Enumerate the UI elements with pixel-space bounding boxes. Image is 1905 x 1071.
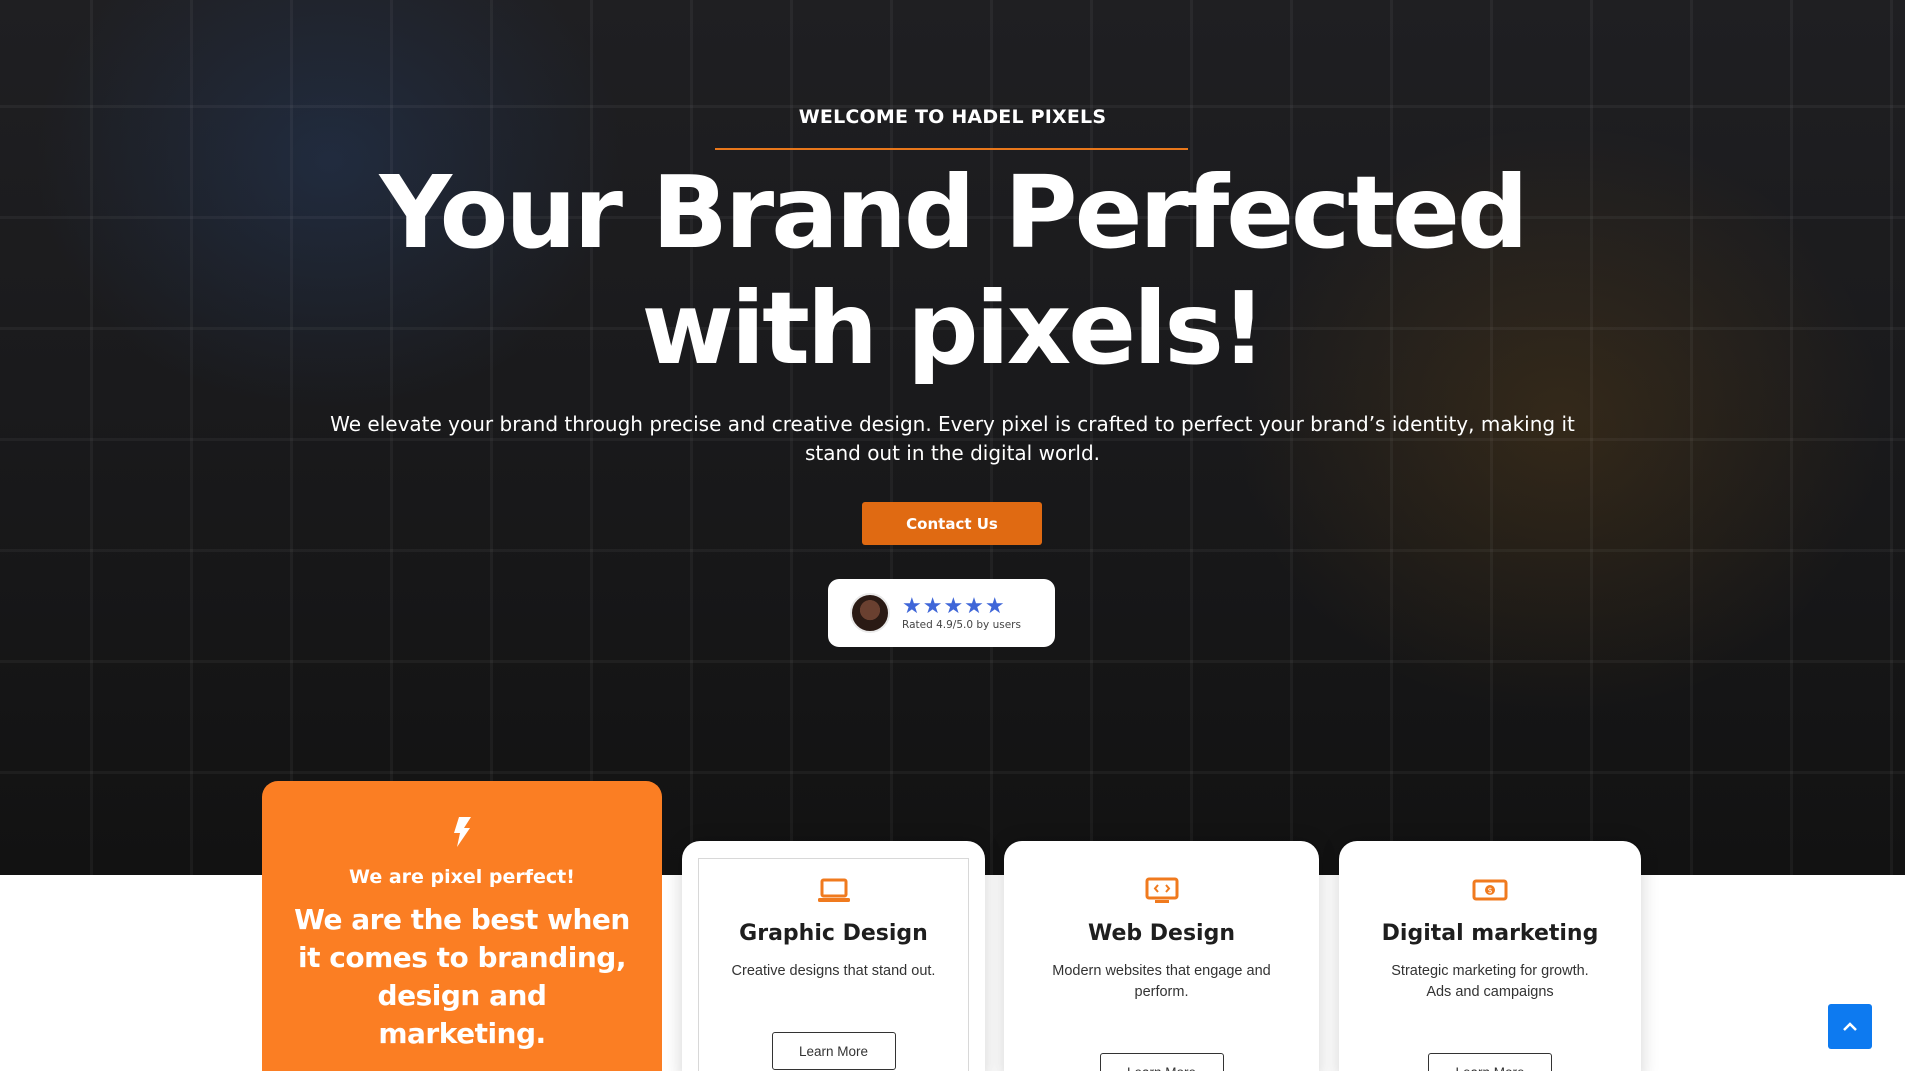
highlight-title: We are the best when it comes to brandin… <box>294 903 630 1050</box>
scroll-to-top-button[interactable] <box>1828 1004 1872 1049</box>
service-title: Graphic Design <box>739 921 928 946</box>
headline-line-1: Your Brand Perfected <box>379 154 1528 271</box>
service-title: Digital marketing <box>1381 921 1599 946</box>
svg-text:$: $ <box>1487 886 1492 895</box>
hero-eyebrow: WELCOME TO HADEL PIXELS <box>798 106 1107 128</box>
laptop-icon <box>682 877 985 907</box>
service-description: Modern websites that engage and perform. <box>1052 963 1271 1000</box>
bolt-icon <box>262 817 662 853</box>
money-icon: $ <box>1339 877 1641 907</box>
rating-stars: ★★★★★ <box>902 593 1006 618</box>
learn-more-button[interactable]: Learn More <box>771 1032 896 1070</box>
highlight-subtitle: We are pixel perfect! <box>349 866 575 888</box>
rating-badge: ★★★★★ Rated 4.9/5.0 by users <box>828 579 1055 647</box>
service-card-digital-marketing: $ Digital marketing Strategic marketing … <box>1339 841 1641 1071</box>
eyebrow-underline <box>715 148 1188 150</box>
rating-label: Rated 4.9/5.0 by users <box>902 619 1021 631</box>
service-description: Creative designs that stand out. <box>731 963 936 979</box>
chevron-up-icon <box>1843 1021 1857 1031</box>
contact-us-button[interactable]: Contact Us <box>862 502 1042 545</box>
service-card-web-design: Web Design Modern websites that engage a… <box>1004 841 1319 1071</box>
hero-lead-text: We elevate your brand through precise an… <box>330 412 1575 465</box>
rating-text-group: ★★★★★ Rated 4.9/5.0 by users <box>902 593 1021 632</box>
avatar <box>850 593 890 633</box>
service-title: Web Design <box>1087 921 1236 946</box>
learn-more-button[interactable]: Learn More <box>1428 1053 1552 1071</box>
code-monitor-icon <box>1004 877 1319 907</box>
highlight-card: We are pixel perfect! We are the best wh… <box>262 781 662 1071</box>
learn-more-button[interactable]: Learn More <box>1099 1053 1224 1071</box>
service-description: Strategic marketing for growth. Ads and … <box>1391 963 1589 1000</box>
service-card-graphic-design: Graphic Design Creative designs that sta… <box>682 841 985 1071</box>
headline-line-2: with pixels! <box>641 270 1266 387</box>
hero-headline: Your Brand Perfected with pixels! <box>0 155 1905 387</box>
hero-section: WELCOME TO HADEL PIXELS Your Brand Perfe… <box>0 0 1905 875</box>
